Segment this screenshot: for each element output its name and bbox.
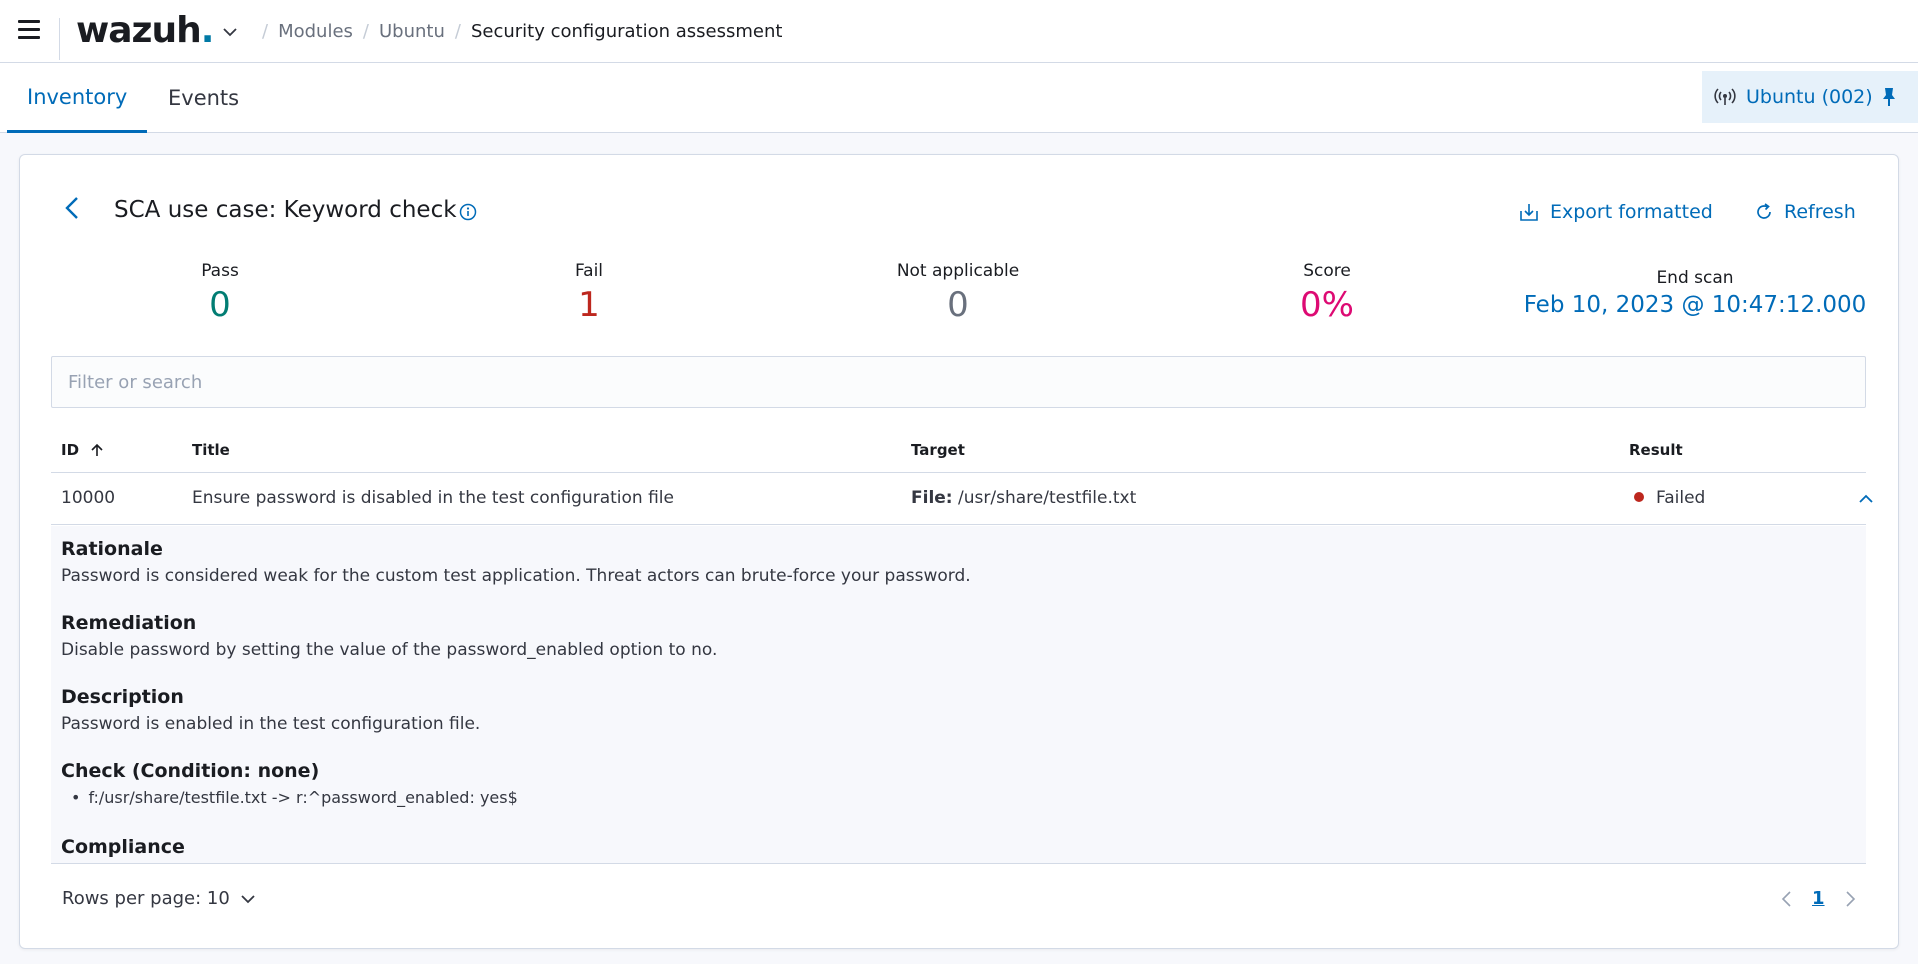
stat-end-scan: End scan Feb 10, 2023 @ 10:47:12.000 <box>1520 268 1870 318</box>
tab-events[interactable]: Events <box>148 63 259 133</box>
stat-score-value: 0% <box>1300 285 1354 325</box>
table-row[interactable]: 10000 Ensure password is disabled in the… <box>51 473 1873 525</box>
pin-icon[interactable] <box>1880 86 1898 108</box>
hamburger-menu-icon[interactable] <box>18 20 40 40</box>
wazuh-logo[interactable]: wazuh. <box>76 10 214 51</box>
column-header-id[interactable]: ID <box>61 441 104 459</box>
export-formatted-button[interactable]: Export formatted <box>1518 201 1713 223</box>
stat-end-scan-value: Feb 10, 2023 @ 10:47:12.000 <box>1523 292 1867 318</box>
check-section: Check (Condition: none) f:/usr/share/tes… <box>61 760 518 807</box>
stat-fail: Fail 1 <box>489 261 689 325</box>
column-header-target[interactable]: Target <box>911 441 965 459</box>
pagination: 1 <box>1780 888 1857 909</box>
divider <box>59 18 60 60</box>
tab-inventory[interactable]: Inventory <box>7 63 148 133</box>
row-details: Rationale Password is considered weak fo… <box>51 526 1866 864</box>
page-number-1[interactable]: 1 <box>1812 888 1825 909</box>
stat-na-value: 0 <box>947 285 969 325</box>
top-bar: wazuh. / Modules / Ubuntu / Security con… <box>0 0 1918 63</box>
cell-result: Failed <box>1634 488 1705 508</box>
rows-per-page-label: Rows per page: 10 <box>62 888 230 909</box>
table-header: ID Title Target Result <box>51 425 1866 473</box>
refresh-icon <box>1757 203 1771 219</box>
breadcrumb: / Modules / Ubuntu / Security configurat… <box>262 21 783 42</box>
remediation-section: Remediation Disable password by setting … <box>61 612 717 660</box>
refresh-button[interactable]: Refresh <box>1754 201 1856 223</box>
sort-ascending-icon <box>91 443 103 456</box>
result-label: Failed <box>1656 488 1706 508</box>
stat-end-scan-label: End scan <box>1656 268 1734 288</box>
stat-fail-value: 1 <box>578 285 600 325</box>
download-icon <box>1520 204 1538 221</box>
stat-fail-label: Fail <box>574 261 604 281</box>
description-section: Description Password is enabled in the t… <box>61 686 480 734</box>
description-heading: Description <box>61 686 184 708</box>
chevron-down-icon[interactable] <box>222 24 238 40</box>
page-title: SCA use case: Keyword check <box>114 197 457 223</box>
info-icon[interactable] <box>459 203 477 221</box>
target-value: /usr/share/testfile.txt <box>958 488 1137 508</box>
tabs-bar: Inventory Events Ubuntu (002) <box>0 63 1918 133</box>
chevron-up-icon[interactable] <box>1857 490 1875 508</box>
stat-pass-value: 0 <box>209 285 231 325</box>
column-header-title[interactable]: Title <box>192 441 230 459</box>
stat-not-applicable: Not applicable 0 <box>858 261 1058 325</box>
cell-target: File: /usr/share/testfile.txt <box>911 488 1136 508</box>
refresh-label: Refresh <box>1784 201 1856 223</box>
agent-selector-button[interactable]: Ubuntu (002) <box>1702 71 1918 123</box>
previous-page-icon[interactable] <box>1780 890 1794 908</box>
failed-status-dot-icon <box>1634 492 1644 502</box>
check-item: f:/usr/share/testfile.txt -> r:^password… <box>61 788 517 807</box>
column-header-result[interactable]: Result <box>1629 441 1683 459</box>
agent-label: Ubuntu (002) <box>1746 86 1873 108</box>
search-input[interactable] <box>51 356 1866 408</box>
antenna-icon <box>1714 88 1736 105</box>
chevron-down-icon <box>241 894 255 903</box>
stat-na-label: Not applicable <box>896 261 1020 281</box>
back-arrow-icon[interactable] <box>60 195 86 221</box>
compliance-section: Compliance <box>61 836 185 858</box>
target-label: File: <box>911 488 953 508</box>
remediation-heading: Remediation <box>61 612 197 634</box>
remediation-text: Disable password by setting the value of… <box>61 640 718 660</box>
description-text: Password is enabled in the test configur… <box>61 714 481 734</box>
export-label: Export formatted <box>1550 201 1713 223</box>
breadcrumb-modules[interactable]: Modules <box>278 21 353 42</box>
rationale-section: Rationale Password is considered weak fo… <box>61 538 971 586</box>
check-heading: Check (Condition: none) <box>61 760 320 782</box>
rows-per-page-select[interactable]: Rows per page: 10 <box>62 888 256 909</box>
cell-id: 10000 <box>61 488 116 508</box>
stat-score-label: Score <box>1303 261 1351 281</box>
stat-pass: Pass 0 <box>120 261 320 325</box>
next-page-icon[interactable] <box>1843 890 1857 908</box>
cell-title: Ensure password is disabled in the test … <box>192 488 674 508</box>
stat-pass-label: Pass <box>201 261 239 281</box>
breadcrumb-ubuntu[interactable]: Ubuntu <box>379 21 445 42</box>
rationale-text: Password is considered weak for the cust… <box>61 566 971 586</box>
stat-score: Score 0% <box>1227 261 1427 325</box>
sca-panel: SCA use case: Keyword check Export forma… <box>19 154 1899 949</box>
breadcrumb-current: Security configuration assessment <box>470 21 783 42</box>
column-id-label: ID <box>61 441 80 459</box>
rationale-heading: Rationale <box>61 538 163 560</box>
compliance-heading: Compliance <box>61 836 185 858</box>
